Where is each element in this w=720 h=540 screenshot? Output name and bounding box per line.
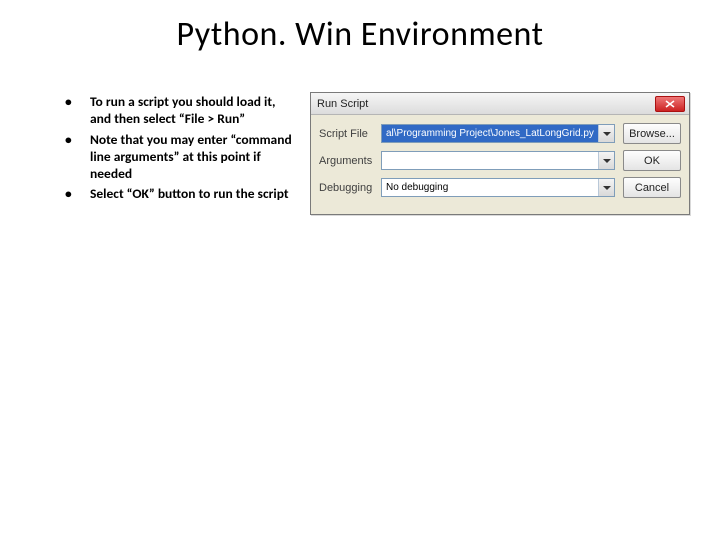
script-file-label: Script File xyxy=(319,128,381,140)
script-file-combo[interactable] xyxy=(381,124,615,143)
arguments-combo[interactable] xyxy=(381,151,615,170)
dialog-body: Script File Browse... Arguments OK Debug… xyxy=(311,115,689,214)
debugging-row: Debugging Cancel xyxy=(319,177,681,198)
dialog-titlebar[interactable]: Run Script xyxy=(311,93,689,115)
debugging-input[interactable] xyxy=(381,178,615,197)
script-file-row: Script File Browse... xyxy=(319,123,681,144)
arguments-label: Arguments xyxy=(319,155,381,167)
cancel-button[interactable]: Cancel xyxy=(623,177,681,198)
close-button[interactable] xyxy=(655,96,685,112)
arguments-input[interactable] xyxy=(381,151,615,170)
close-icon xyxy=(665,100,675,108)
browse-button[interactable]: Browse... xyxy=(623,123,681,144)
bullet-list: To run a script you should load it, and … xyxy=(62,94,292,207)
run-script-dialog: Run Script Script File Browse... Argumen… xyxy=(310,92,690,215)
slide: Python. Win Environment To run a script … xyxy=(0,0,720,540)
list-item: Select “OK” button to run the script xyxy=(62,186,292,203)
chevron-down-icon[interactable] xyxy=(598,125,614,142)
debugging-combo[interactable] xyxy=(381,178,615,197)
ok-button[interactable]: OK xyxy=(623,150,681,171)
chevron-down-icon[interactable] xyxy=(598,152,614,169)
chevron-down-icon[interactable] xyxy=(598,179,614,196)
slide-title: Python. Win Environment xyxy=(0,14,720,55)
list-item: Note that you may enter “command line ar… xyxy=(62,132,292,183)
list-item: To run a script you should load it, and … xyxy=(62,94,292,128)
debugging-label: Debugging xyxy=(319,182,381,194)
dialog-title: Run Script xyxy=(317,98,655,110)
script-file-input[interactable] xyxy=(381,124,615,143)
arguments-row: Arguments OK xyxy=(319,150,681,171)
